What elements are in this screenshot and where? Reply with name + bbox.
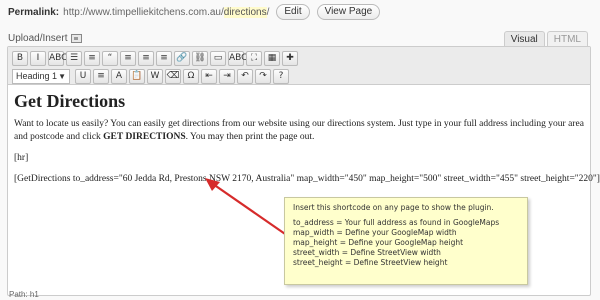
unlink-button[interactable]: ⛓ — [192, 50, 208, 66]
align-center-button[interactable]: ≡ — [138, 50, 154, 66]
note-line: street_height = Define StreetView height — [293, 258, 448, 267]
indent-button[interactable]: ⇥ — [219, 68, 235, 84]
fullscreen-button[interactable]: ⛶ — [246, 50, 262, 66]
format-select[interactable]: Heading 1 ▼ — [12, 68, 70, 84]
view-page-button[interactable]: View Page — [316, 4, 381, 20]
media-icon[interactable] — [71, 34, 83, 43]
chevron-down-icon: ▼ — [58, 71, 66, 81]
undo-button[interactable]: ↶ — [237, 68, 253, 84]
bullet-list-button[interactable]: ☰ — [66, 50, 82, 66]
editor-tabs: Visual HTML — [503, 31, 588, 46]
permalink-url[interactable]: http://www.timpelliekitchens.com.au/dire… — [63, 6, 270, 18]
note-title: Insert this shortcode on any page to sho… — [293, 203, 494, 212]
editor-statusbar: Path: h1 — [7, 290, 591, 300]
blockquote-button[interactable]: “ — [102, 50, 118, 66]
upload-insert-label: Upload/Insert — [8, 33, 68, 44]
tab-visual[interactable]: Visual — [503, 31, 545, 46]
toggle-kitchen-sink-button[interactable]: ▦ — [264, 50, 280, 66]
note-line: street_width = Define StreetView width — [293, 248, 441, 257]
insert-link-button[interactable]: 🔗 — [174, 50, 190, 66]
permalink-trailing-slash: / — [266, 6, 270, 18]
intro-text-end: . You may then print the page out. — [185, 132, 315, 142]
permalink-base-url: http://www.timpelliekitchens.com.au/ — [63, 6, 224, 18]
permalink-row: Permalink: http://www.timpelliekitchens.… — [8, 4, 381, 20]
paste-text-button[interactable]: 📋 — [129, 68, 145, 84]
content-heading: Get Directions — [14, 91, 126, 111]
permalink-slug[interactable]: directions — [223, 6, 267, 18]
content-intro: Want to locate us easily? You can easily… — [14, 118, 586, 144]
tab-html[interactable]: HTML — [546, 31, 588, 46]
remove-format-button[interactable]: ⌫ — [165, 68, 181, 84]
align-left-button[interactable]: ≡ — [120, 50, 136, 66]
align-right-button[interactable]: ≡ — [156, 50, 172, 66]
outdent-button[interactable]: ⇤ — [201, 68, 217, 84]
paste-word-button[interactable]: W — [147, 68, 163, 84]
plugin-button[interactable]: ✚ — [282, 50, 298, 66]
redo-button[interactable]: ↷ — [255, 68, 271, 84]
content-hr-shortcode: [hr] — [14, 153, 29, 163]
numbered-list-button[interactable]: ≡ — [84, 50, 100, 66]
note-line: map_width = Define your GoogleMap width — [293, 228, 457, 237]
intro-text-bold: GET DIRECTIONS — [103, 132, 186, 142]
permalink-label: Permalink: — [8, 6, 60, 18]
italic-button[interactable]: I — [30, 50, 46, 66]
insert-more-button[interactable]: ▭ — [210, 50, 226, 66]
format-select-value: Heading 1 — [16, 70, 58, 81]
underline-button[interactable]: U — [75, 68, 91, 84]
toolbar-row-1: B I ABC ☰ ≡ “≡ ≡ ≡ 🔗 ⛓ ▭ ABC✓ ⛶ ▦ ✚ — [12, 50, 586, 66]
spellcheck-button[interactable]: ABC✓ — [228, 50, 255, 66]
note-line: to_address = Your full address as found … — [293, 218, 500, 227]
path-value[interactable]: h1 — [30, 290, 39, 299]
justify-button[interactable]: ≡ — [93, 68, 109, 84]
edit-permalink-button[interactable]: Edit — [276, 4, 310, 20]
upload-insert: Upload/Insert — [8, 33, 83, 44]
content-directions-shortcode: [GetDirections to_address="60 Jedda Rd, … — [14, 174, 600, 184]
text-color-button[interactable]: A — [111, 68, 127, 84]
path-label: Path: — [9, 290, 28, 299]
help-button[interactable]: ? — [273, 68, 289, 84]
editor-toolbar: B I ABC ☰ ≡ “≡ ≡ ≡ 🔗 ⛓ ▭ ABC✓ ⛶ ▦ ✚ Heading 1 ▼ U ≡ A 📋 W ⌫… — [8, 47, 590, 85]
editor-content[interactable]: Get Directions Want to locate us easily?… — [8, 85, 600, 200]
strikethrough-button[interactable]: ABC — [48, 50, 67, 66]
special-char-button[interactable]: Ω — [183, 68, 199, 84]
bold-button[interactable]: B — [12, 50, 28, 66]
shortcode-help-note: Insert this shortcode on any page to sho… — [284, 197, 528, 285]
note-line: map_height = Define your GoogleMap heigh… — [293, 238, 464, 247]
toolbar-row-2: Heading 1 ▼ U ≡ A 📋 W ⌫ Ω ⇤ ⇥ ↶ ↷? — [12, 68, 586, 84]
